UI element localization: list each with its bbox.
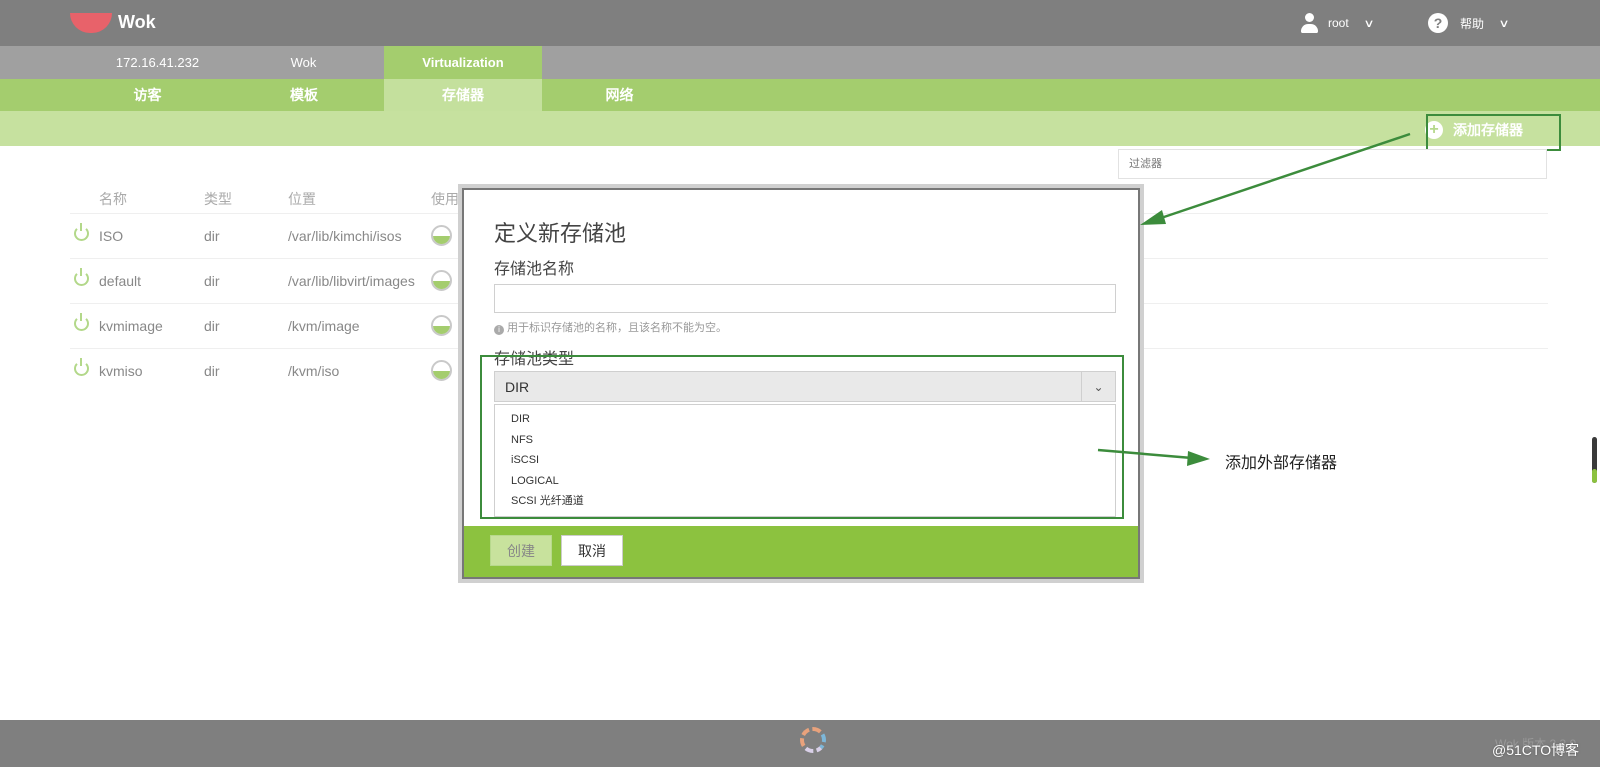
usage-gauge-icon [431, 270, 452, 291]
app-window: Wok root ∨ ? 帮助 ∨ 172.16.41.232 Wok Virt… [0, 0, 1600, 767]
user-icon [1300, 13, 1318, 33]
sub-tab-bar: 访客 模板 存储器 网络 [0, 79, 1600, 111]
help-menu[interactable]: ? 帮助 ∨ [1428, 13, 1510, 33]
usage-gauge-icon [431, 360, 452, 381]
tab-guests[interactable]: 访客 [90, 79, 205, 111]
tab-virtualization[interactable]: Virtualization [384, 46, 542, 79]
pool-name-help: i 用于标识存储池的名称，且该名称不能为空。 [494, 319, 727, 335]
tab-templates[interactable]: 模板 [248, 79, 360, 111]
power-icon[interactable] [74, 268, 89, 286]
pool-name-input[interactable] [494, 284, 1116, 313]
info-icon: i [494, 325, 504, 335]
annotation-label: 添加外部存储器 [1225, 455, 1338, 472]
cancel-button[interactable]: 取消 [561, 535, 623, 566]
tab-host-ip[interactable]: 172.16.41.232 [90, 46, 225, 79]
app-title: Wok [118, 12, 156, 32]
usage-gauge-icon [431, 315, 452, 336]
pool-location: /var/lib/kimchi/isos [288, 228, 402, 244]
user-menu[interactable]: root ∨ [1300, 13, 1375, 33]
new-storage-pool-dialog: 定义新存储池 存储池名称 i 用于标识存储池的名称，且该名称不能为空。 存储池类型… [462, 188, 1140, 579]
pool-name: ISO [99, 228, 124, 244]
help-label: 帮助 [1460, 16, 1485, 31]
pool-location: /kvm/iso [288, 363, 340, 379]
pool-name: default [99, 273, 142, 289]
loading-spinner-icon [800, 727, 826, 753]
pool-name-label: 存储池名称 [494, 261, 575, 278]
usage-gauge-icon [431, 225, 452, 246]
pool-name-help-text: 用于标识存储池的名称，且该名称不能为空。 [507, 322, 727, 334]
pool-name: kvmiso [99, 363, 143, 379]
create-button[interactable]: 创建 [490, 535, 552, 566]
pool-type: dir [204, 318, 220, 334]
scroll-indicator[interactable] [1592, 437, 1597, 483]
annotation-highlight-pool-type [480, 355, 1124, 519]
modal-shadow: 定义新存储池 存储池名称 i 用于标识存储池的名称，且该名称不能为空。 存储池类型… [458, 184, 1144, 583]
pool-type: dir [204, 228, 220, 244]
user-name: root [1328, 16, 1349, 30]
tab-storage[interactable]: 存储器 [384, 79, 542, 111]
tab-wok[interactable]: Wok [241, 46, 366, 79]
watermark: @51CTO博客 [1492, 742, 1580, 758]
annotation-highlight-add-button [1426, 114, 1561, 151]
chevron-down-icon: ∨ [1498, 17, 1510, 30]
pool-location: /var/lib/libvirt/images [288, 273, 415, 289]
filter-input[interactable] [1118, 149, 1547, 179]
chevron-down-icon: ∨ [1363, 17, 1375, 30]
column-header-name[interactable]: 名称 [99, 189, 127, 209]
help-icon: ? [1428, 13, 1448, 33]
tab-network[interactable]: 网络 [562, 79, 677, 111]
power-icon[interactable] [74, 313, 89, 331]
pool-type: dir [204, 273, 220, 289]
pool-type: dir [204, 363, 220, 379]
column-header-location[interactable]: 位置 [288, 189, 316, 209]
pool-location: /kvm/image [288, 318, 360, 334]
annotation-arrow-head [1187, 451, 1210, 466]
dialog-footer: 创建 取消 [464, 526, 1138, 577]
top-bar: Wok root ∨ ? 帮助 ∨ [0, 0, 1600, 46]
pool-name: kvmimage [99, 318, 163, 334]
dialog-title: 定义新存储池 [494, 221, 627, 246]
wok-logo[interactable]: Wok [70, 12, 156, 33]
wok-logo-icon [70, 12, 112, 33]
power-icon[interactable] [74, 358, 89, 376]
column-header-type[interactable]: 类型 [204, 189, 232, 209]
host-tab-bar: 172.16.41.232 Wok Virtualization [0, 46, 1600, 79]
power-icon[interactable] [74, 223, 89, 241]
action-bar [0, 111, 1600, 146]
